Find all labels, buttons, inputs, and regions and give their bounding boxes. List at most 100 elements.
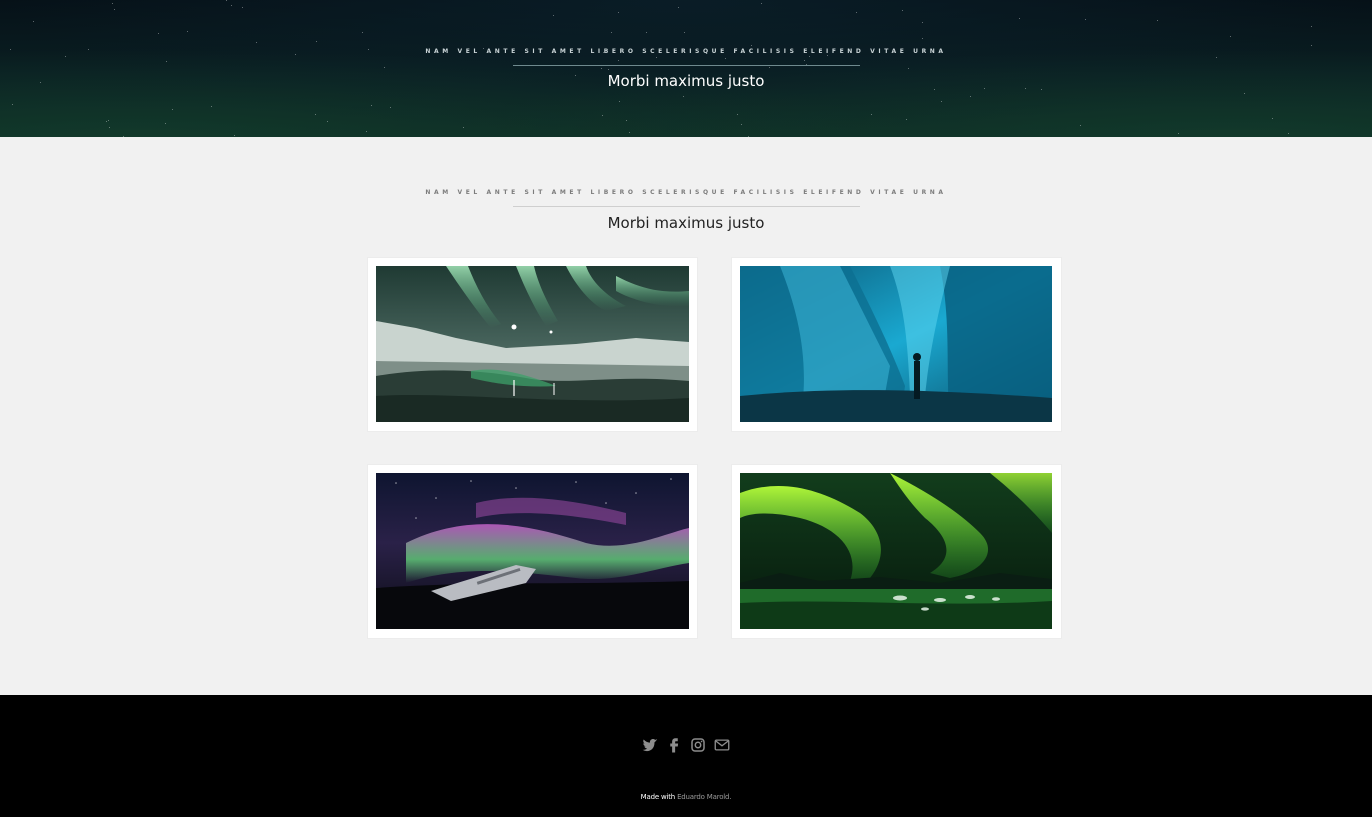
hero-star — [187, 31, 188, 32]
hero-star — [809, 56, 810, 57]
hero-star — [158, 33, 159, 34]
hero-star — [327, 121, 328, 122]
hero-star — [827, 55, 828, 56]
hero-star — [1178, 133, 1179, 134]
hero-star — [1311, 26, 1312, 27]
hero-star — [166, 61, 167, 62]
hero-star — [384, 67, 385, 68]
hero-star — [922, 38, 923, 39]
hero-star — [1025, 88, 1026, 89]
hero-star — [368, 49, 369, 50]
hero-star — [242, 7, 243, 8]
credit-author-link[interactable]: Eduardo Marold. — [677, 793, 731, 801]
hero-star — [941, 101, 942, 102]
hero-star — [10, 49, 11, 50]
hero-star — [601, 68, 602, 69]
hero-star — [608, 69, 609, 70]
hero-star — [725, 58, 726, 59]
hero-star — [922, 22, 923, 23]
hero-star — [619, 101, 620, 102]
hero-star — [1157, 20, 1158, 21]
hero-star — [295, 54, 296, 55]
hero-star — [646, 32, 647, 33]
hero-star — [575, 75, 576, 76]
hero-star — [856, 12, 857, 13]
hero-star — [315, 114, 316, 115]
hero-star — [678, 7, 679, 8]
gallery-heading-group: Nam vel ante sit amet libero scelerisque… — [0, 189, 1372, 232]
hero-star — [463, 127, 464, 128]
hero-star — [106, 121, 107, 122]
hero-star — [1216, 57, 1217, 58]
hero-star — [33, 21, 34, 22]
hero-star — [626, 120, 627, 121]
hero-star — [211, 106, 212, 107]
hero-star — [1288, 133, 1289, 134]
hero-star — [40, 82, 41, 83]
hero-star — [1244, 93, 1245, 94]
hero-star — [483, 48, 484, 49]
hero-star — [629, 132, 630, 133]
hero-banner: Nam vel ante sit amet libero scelerisque… — [0, 0, 1372, 137]
hero-eyebrow: Nam vel ante sit amet libero scelerisque… — [425, 48, 947, 55]
hero-star — [656, 57, 657, 58]
hero-star — [1311, 45, 1312, 46]
hero-star — [366, 131, 367, 132]
social-links — [0, 736, 1372, 754]
hero-star — [934, 89, 935, 90]
hero-star — [123, 136, 124, 137]
hero-star — [602, 115, 603, 116]
gallery-card — [732, 465, 1061, 638]
gallery-card — [732, 258, 1061, 431]
hero-star — [316, 41, 317, 42]
hero-star — [231, 5, 232, 6]
green-aurora-lagoon-photo[interactable] — [740, 473, 1053, 629]
aurora-green-mountains-photo[interactable] — [376, 266, 689, 422]
credit-prefix: Made with — [640, 793, 676, 801]
hero-star — [234, 135, 235, 136]
hero-star — [751, 45, 752, 46]
hero-star — [390, 107, 391, 108]
footer: Made with Eduardo Marold. — [0, 695, 1372, 817]
ice-cave-photo[interactable] — [740, 266, 1053, 422]
hero-star — [12, 104, 13, 105]
hero-star — [256, 42, 257, 43]
hero-star — [984, 88, 985, 89]
hero-star — [970, 96, 971, 97]
hero-star — [65, 56, 66, 57]
hero-star — [108, 120, 109, 121]
hero-star — [1080, 125, 1081, 126]
facebook-icon[interactable] — [665, 736, 683, 754]
hero-star — [226, 0, 227, 1]
gallery-eyebrow: Nam vel ante sit amet libero scelerisque… — [425, 189, 947, 196]
hero-star — [673, 77, 674, 78]
hero-star — [165, 123, 166, 124]
gallery-headline: Morbi maximus justo — [607, 214, 765, 232]
hero-star — [1085, 19, 1086, 20]
plane-wreck-aurora-photo[interactable] — [376, 473, 689, 629]
hero-star — [611, 32, 612, 33]
gallery-divider — [512, 206, 860, 207]
hero-star — [748, 136, 749, 137]
hero-star — [804, 60, 805, 61]
hero-star — [769, 67, 770, 68]
hero-star — [618, 60, 619, 61]
hero-star — [737, 114, 738, 115]
gallery-card — [368, 465, 697, 638]
hero-star — [172, 109, 173, 110]
hero-star — [871, 114, 872, 115]
instagram-icon[interactable] — [689, 736, 707, 754]
hero-star — [112, 3, 113, 4]
hero-star — [741, 124, 742, 125]
hero-star — [88, 49, 89, 50]
hero-star — [684, 32, 685, 33]
footer-credit: Made with Eduardo Marold. — [0, 793, 1372, 801]
hero-star — [1272, 118, 1273, 119]
envelope-icon[interactable] — [713, 736, 731, 754]
hero-star — [806, 64, 807, 65]
hero-star — [362, 32, 363, 33]
hero-star — [1019, 18, 1020, 19]
hero-star — [1041, 89, 1042, 90]
twitter-icon[interactable] — [641, 736, 659, 754]
hero-star — [902, 10, 903, 11]
